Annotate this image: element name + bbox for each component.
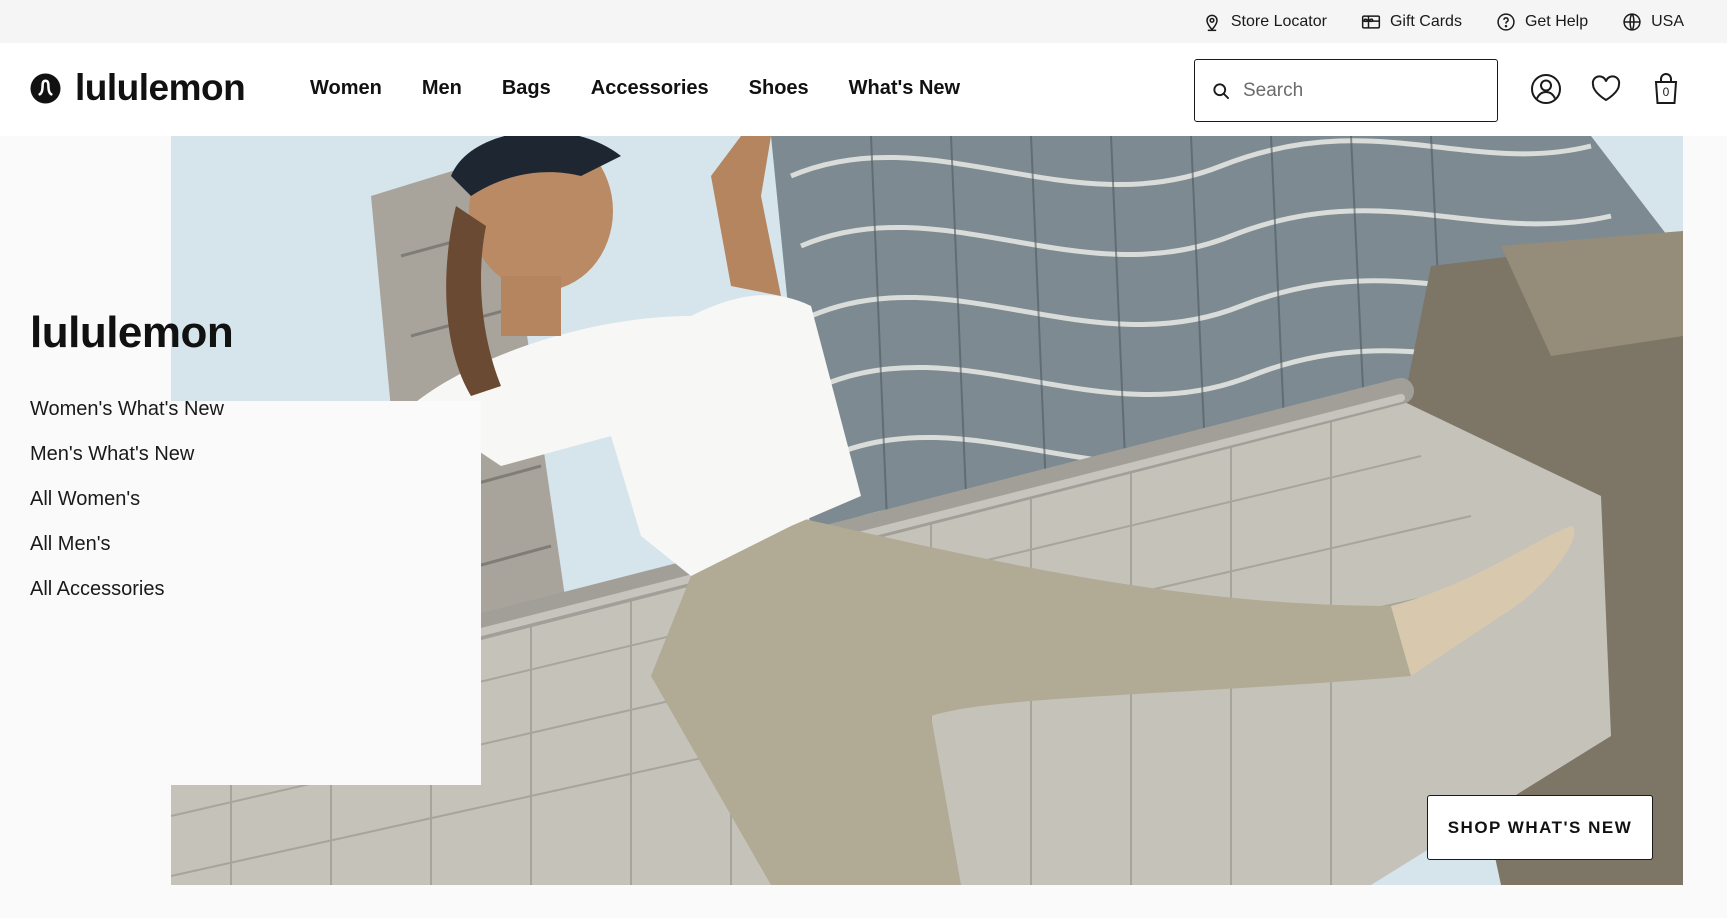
get-help-label: Get Help: [1524, 12, 1589, 30]
globe-icon: [1623, 12, 1641, 31]
gift-card-icon: [1361, 14, 1381, 29]
brand-wordmark: lululemon: [75, 67, 246, 108]
region-label: USA: [1651, 12, 1684, 30]
nav-shoes[interactable]: Shoes: [749, 77, 809, 100]
link-all-mens[interactable]: All Men's: [30, 531, 224, 557]
store-locator-link[interactable]: Store Locator: [1202, 12, 1327, 32]
nav-bags[interactable]: Bags: [502, 77, 551, 100]
heart-icon: [1591, 75, 1621, 102]
nav-women[interactable]: Women: [310, 77, 382, 100]
hero-link-list: Women's What's New Men's What's New All …: [30, 396, 224, 602]
store-locator-label: Store Locator: [1230, 12, 1327, 30]
shopping-bag-button[interactable]: 0: [1650, 72, 1682, 106]
brand-home-link[interactable]: lululemon: [30, 67, 246, 109]
bag-count: 0: [1662, 85, 1670, 99]
nav-whats-new[interactable]: What's New: [849, 77, 960, 100]
search-box[interactable]: [1194, 59, 1498, 122]
primary-nav: Women Men Bags Accessories Shoes What's …: [310, 77, 960, 100]
account-icon: [1531, 74, 1561, 104]
map-pin-icon: [1206, 14, 1218, 31]
link-all-accessories[interactable]: All Accessories: [30, 576, 224, 602]
nav-men[interactable]: Men: [422, 77, 462, 100]
link-mens-whats-new[interactable]: Men's What's New: [30, 441, 224, 467]
search-input[interactable]: [1243, 79, 1473, 102]
hero-banner[interactable]: [171, 136, 1683, 885]
lululemon-logo-icon: [30, 72, 61, 104]
link-womens-whats-new[interactable]: Women's What's New: [30, 396, 224, 422]
search-icon: [1213, 82, 1229, 99]
hero-title: lululemon: [30, 308, 234, 357]
main-header: lululemon Women Men Bags Accessories Sho…: [0, 43, 1727, 136]
get-help-link[interactable]: Get Help: [1496, 12, 1588, 32]
gift-cards-link[interactable]: Gift Cards: [1361, 12, 1462, 32]
gift-cards-label: Gift Cards: [1389, 12, 1462, 30]
shop-whats-new-button[interactable]: SHOP WHAT'S NEW: [1427, 795, 1653, 860]
help-circle-icon: [1497, 12, 1515, 31]
link-all-womens[interactable]: All Women's: [30, 486, 224, 512]
region-selector[interactable]: USA: [1622, 12, 1684, 32]
header-actions: 0: [1530, 72, 1682, 106]
utility-bar: Store Locator Gift Cards Get Help USA: [0, 0, 1727, 43]
wishlist-button[interactable]: [1590, 72, 1622, 106]
account-button[interactable]: [1530, 72, 1562, 106]
nav-accessories[interactable]: Accessories: [591, 77, 709, 100]
